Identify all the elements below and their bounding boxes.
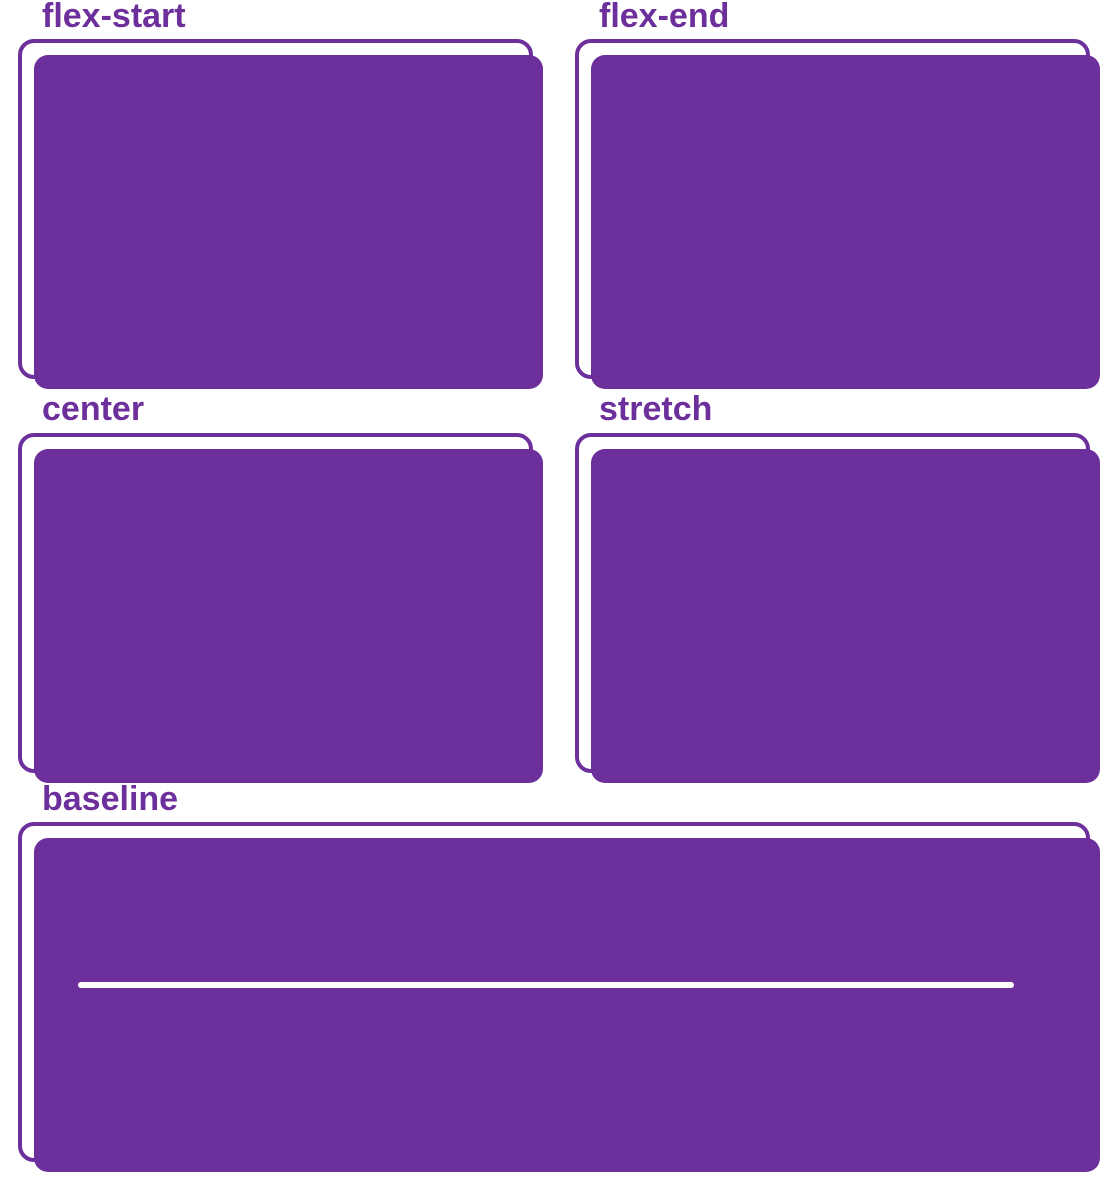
baseline-line: [78, 982, 1014, 988]
label-stretch: stretch: [599, 391, 1090, 428]
items-baseline: [34, 838, 1100, 1172]
items-center: [34, 449, 543, 783]
container-stretch: [575, 433, 1090, 773]
label-baseline: baseline: [42, 781, 1090, 818]
label-flex-start: flex-start: [42, 0, 533, 35]
cell-flex-start: flex-start: [18, 0, 533, 379]
cell-center: center: [18, 387, 533, 772]
cell-stretch: stretch: [575, 387, 1090, 772]
container-center: [18, 433, 533, 773]
row-middle: center stretch: [18, 387, 1090, 772]
items-flex-start: [34, 55, 543, 389]
items-flex-end: [591, 55, 1100, 389]
label-flex-end: flex-end: [599, 0, 1090, 35]
items-stretch: [591, 449, 1100, 783]
container-flex-end: [575, 39, 1090, 379]
align-items-diagram: flex-start flex-end center stretch ba: [0, 0, 1108, 1182]
cell-flex-end: flex-end: [575, 0, 1090, 379]
container-flex-start: [18, 39, 533, 379]
row-top: flex-start flex-end: [18, 0, 1090, 379]
label-center: center: [42, 391, 533, 428]
container-baseline: [18, 822, 1090, 1162]
cell-baseline: baseline: [18, 781, 1090, 1162]
